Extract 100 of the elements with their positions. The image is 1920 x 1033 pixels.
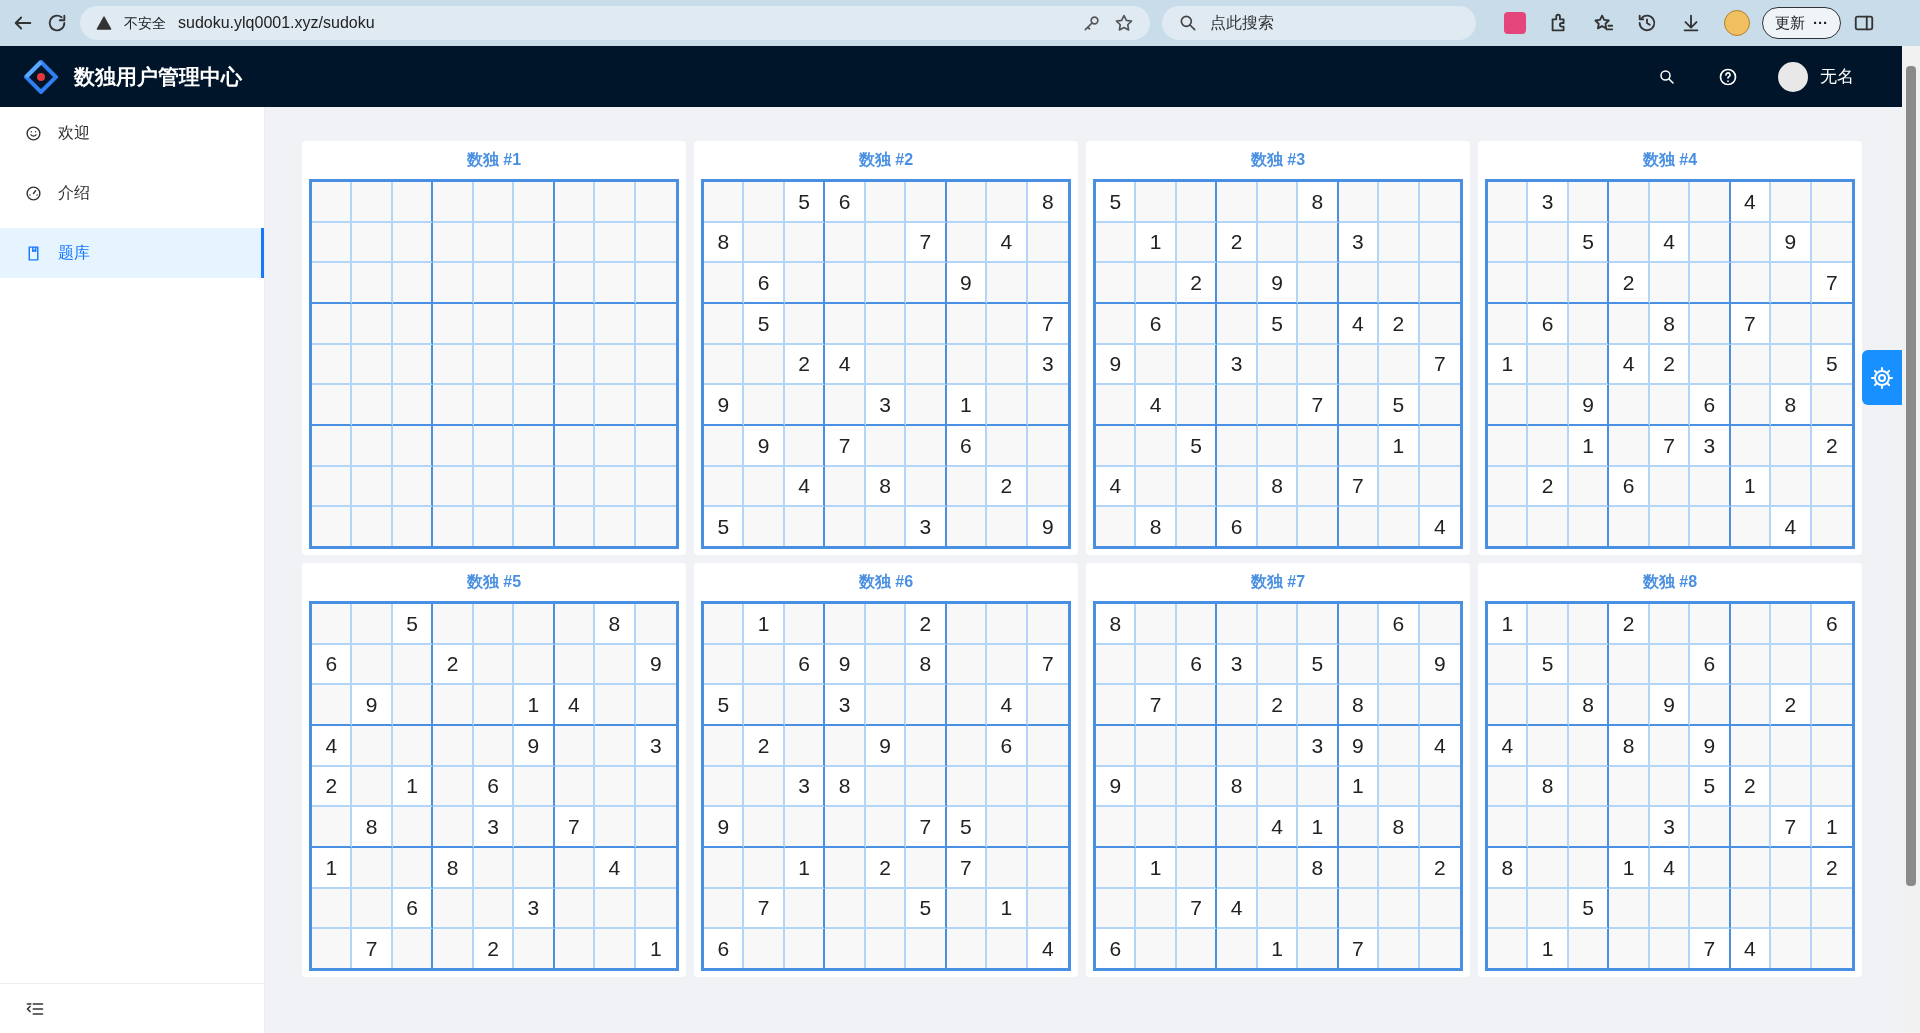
sudoku-cell[interactable]: 9 [1568, 385, 1610, 426]
sudoku-cell[interactable]: 6 [987, 725, 1028, 767]
sudoku-cell[interactable]: 4 [1338, 303, 1380, 345]
sudoku-cell[interactable]: 2 [1649, 344, 1691, 386]
sudoku-cell[interactable]: 2 [312, 766, 353, 808]
sudoku-cell[interactable]: 6 [946, 426, 988, 467]
sudoku-cell[interactable]: 3 [473, 807, 515, 848]
star-icon[interactable] [1114, 13, 1134, 33]
sudoku-cell[interactable]: 1 [744, 604, 785, 645]
sudoku-cell[interactable]: 6 [825, 182, 866, 223]
sudoku-cell[interactable]: 2 [744, 725, 785, 767]
sudoku-cell[interactable]: 7 [825, 426, 866, 467]
sudoku-cell[interactable]: 2 [1257, 685, 1299, 726]
sudoku-cell[interactable]: 9 [1649, 685, 1691, 726]
sudoku-cell[interactable]: 3 [1338, 222, 1380, 264]
sudoku-cell[interactable]: 5 [784, 182, 826, 223]
sudoku-cell[interactable]: 3 [1298, 725, 1339, 767]
sudoku-cell[interactable]: 4 [312, 725, 353, 767]
sudoku-cell[interactable]: 2 [1609, 604, 1650, 645]
sudoku-cell[interactable]: 8 [906, 644, 947, 686]
sudoku-cell[interactable]: 1 [1730, 466, 1772, 508]
sudoku-cell[interactable]: 4 [784, 466, 826, 508]
sudoku-cell[interactable]: 8 [1609, 725, 1650, 767]
sidebar-item[interactable]: 题库 [0, 228, 264, 278]
sudoku-cell[interactable]: 9 [704, 807, 745, 848]
sudoku-cell[interactable]: 7 [906, 222, 947, 264]
sudoku-cell[interactable]: 1 [1488, 604, 1529, 645]
sudoku-cell[interactable]: 5 [1690, 766, 1731, 808]
sudoku-cell[interactable]: 3 [1217, 644, 1258, 686]
sudoku-cell[interactable]: 9 [1771, 222, 1812, 264]
sudoku-cell[interactable]: 3 [784, 766, 826, 808]
sudoku-cell[interactable]: 7 [1176, 888, 1218, 930]
sudoku-cell[interactable]: 9 [1257, 263, 1299, 304]
sudoku-cell[interactable]: 6 [1176, 644, 1218, 686]
sudoku-cell[interactable]: 9 [1690, 725, 1731, 767]
sudoku-cell[interactable]: 4 [1730, 182, 1772, 223]
sudoku-cell[interactable]: 5 [1298, 644, 1339, 686]
sudoku-cell[interactable]: 9 [865, 725, 907, 767]
address-bar[interactable]: 不安全 sudoku.ylq0001.xyz/sudoku [80, 6, 1150, 40]
user-name[interactable]: 无名 [1820, 63, 1854, 90]
sudoku-cell[interactable]: 7 [1298, 385, 1339, 426]
sudoku-cell[interactable]: 1 [392, 766, 434, 808]
sudoku-cell[interactable]: 2 [906, 604, 947, 645]
sudoku-cell[interactable]: 2 [1771, 685, 1812, 726]
sudoku-cell[interactable]: 9 [1338, 725, 1380, 767]
sudoku-cell[interactable]: 7 [1771, 807, 1812, 848]
sudoku-cell[interactable]: 3 [514, 888, 555, 930]
sudoku-cell[interactable]: 7 [946, 848, 988, 889]
sudoku-cell[interactable]: 8 [595, 604, 636, 645]
sudoku-cell[interactable]: 4 [1649, 848, 1691, 889]
sudoku-cell[interactable]: 8 [433, 848, 474, 889]
sudoku-cell[interactable]: 2 [987, 466, 1028, 508]
sudoku-cell[interactable]: 1 [1136, 848, 1177, 889]
sudoku-cell[interactable]: 4 [1257, 807, 1299, 848]
sudoku-cell[interactable]: 5 [946, 807, 988, 848]
sudoku-cell[interactable]: 5 [1379, 385, 1420, 426]
sudoku-cell[interactable]: 2 [433, 644, 474, 686]
sudoku-cell[interactable]: 7 [1730, 303, 1772, 345]
sudoku-cell[interactable]: 5 [392, 604, 434, 645]
sudoku-cell[interactable]: 2 [1609, 263, 1650, 304]
sudoku-cell[interactable]: 5 [1257, 303, 1299, 345]
sudoku-cell[interactable]: 1 [1568, 426, 1610, 467]
sudoku-cell[interactable]: 8 [1568, 685, 1610, 726]
sudoku-cell[interactable]: 6 [1690, 385, 1731, 426]
sudoku-cell[interactable]: 1 [1136, 222, 1177, 264]
sudoku-cell[interactable]: 6 [392, 888, 434, 930]
sudoku-cell[interactable]: 9 [1096, 766, 1137, 808]
search-field[interactable]: 点此搜索 [1162, 6, 1476, 40]
sudoku-cell[interactable]: 8 [825, 766, 866, 808]
sudoku-cell[interactable]: 7 [744, 888, 785, 930]
sudoku-cell[interactable]: 4 [987, 222, 1028, 264]
sudoku-cell[interactable]: 2 [1176, 263, 1218, 304]
sudoku-cell[interactable]: 4 [1649, 222, 1691, 264]
key-icon[interactable] [1082, 13, 1102, 33]
sudoku-cell[interactable]: 1 [946, 385, 988, 426]
sudoku-cell[interactable]: 1 [312, 848, 353, 889]
sudoku-cell[interactable]: 9 [1096, 344, 1137, 386]
sudoku-cell[interactable]: 6 [744, 263, 785, 304]
sudoku-cell[interactable]: 9 [514, 725, 555, 767]
settings-button[interactable] [1862, 350, 1902, 405]
avatar-icon[interactable] [1778, 61, 1808, 92]
sudoku-cell[interactable]: 3 [1217, 344, 1258, 386]
sudoku-cell[interactable]: 5 [1568, 222, 1610, 264]
translate-icon[interactable] [1504, 12, 1526, 34]
sudoku-cell[interactable]: 5 [1568, 888, 1610, 930]
update-button[interactable]: 更新 ··· [1762, 7, 1841, 39]
sudoku-cell[interactable]: 6 [1136, 303, 1177, 345]
sudoku-cell[interactable]: 8 [352, 807, 393, 848]
sudoku-cell[interactable]: 1 [1609, 848, 1650, 889]
sudoku-cell[interactable]: 3 [1528, 182, 1569, 223]
sudoku-cell[interactable]: 2 [784, 344, 826, 386]
history-icon[interactable] [1636, 12, 1658, 34]
sudoku-cell[interactable]: 9 [352, 685, 393, 726]
sudoku-cell[interactable]: 5 [704, 685, 745, 726]
sudoku-cell[interactable]: 3 [825, 685, 866, 726]
sudoku-cell[interactable]: 1 [987, 888, 1028, 930]
sudoku-cell[interactable]: 9 [825, 644, 866, 686]
sudoku-cell[interactable]: 6 [473, 766, 515, 808]
sudoku-cell[interactable]: 8 [1649, 303, 1691, 345]
sudoku-cell[interactable]: 8 [1298, 182, 1339, 223]
